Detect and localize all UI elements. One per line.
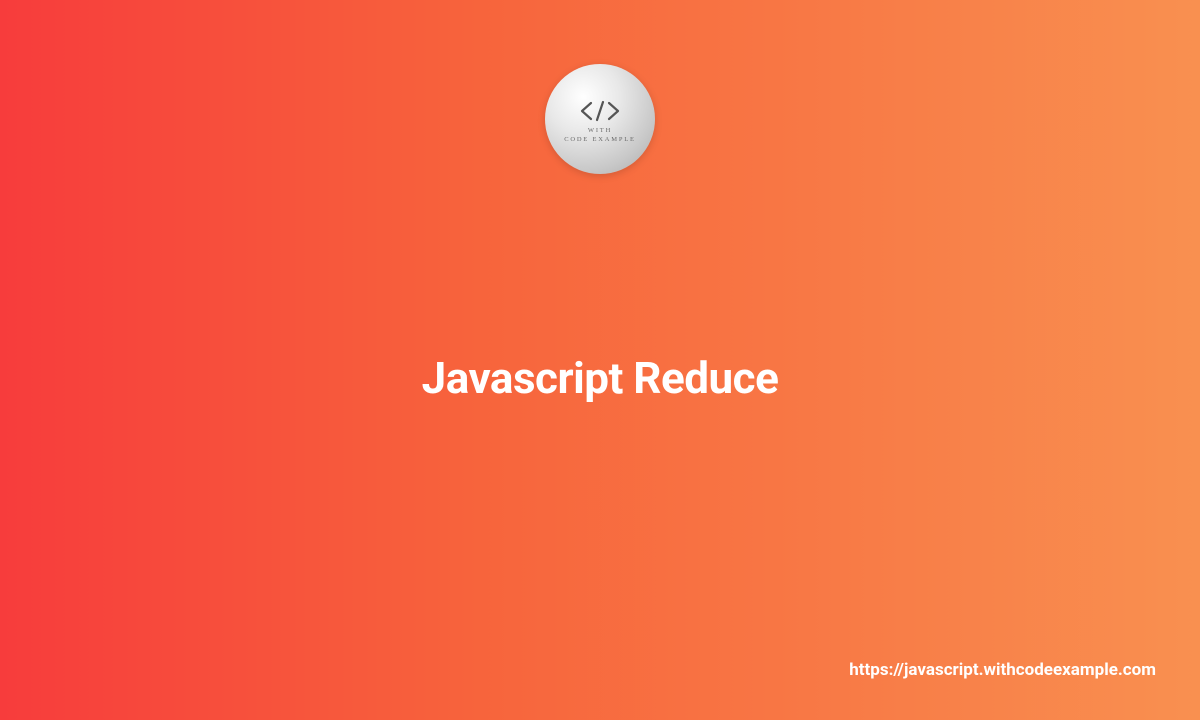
footer-url: https://javascript.withcodeexample.com (849, 660, 1156, 680)
promo-banner: WITH CODE EXAMPLE Javascript Reduce http… (0, 0, 1200, 720)
logo-text-line-2: CODE EXAMPLE (564, 136, 636, 144)
code-slash-icon (579, 100, 621, 122)
logo-text-line-1: WITH (588, 127, 612, 135)
logo-text: WITH CODE EXAMPLE (564, 127, 636, 144)
logo-badge: WITH CODE EXAMPLE (545, 64, 655, 174)
page-title: Javascript Reduce (422, 352, 779, 404)
